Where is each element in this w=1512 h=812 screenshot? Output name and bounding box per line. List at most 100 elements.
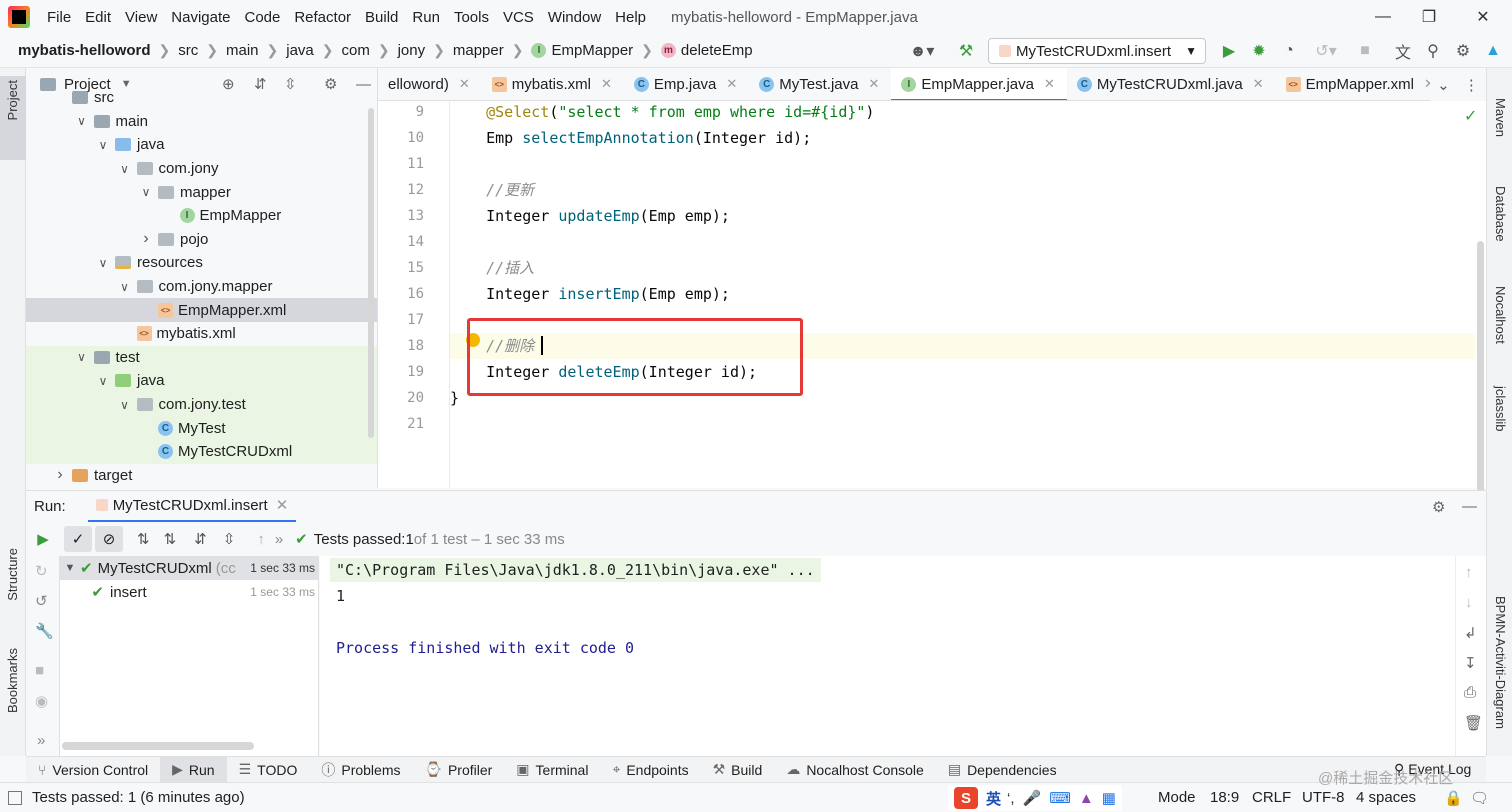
code-line[interactable] xyxy=(450,151,1475,177)
console-output[interactable]: "C:\Program Files\Java\jdk1.8.0_211\bin\… xyxy=(320,556,1455,756)
tab-elloword-[interactable]: elloword) ✕ xyxy=(378,68,482,100)
chevron-down-icon[interactable]: ∨ xyxy=(74,114,90,128)
sort-duration-icon[interactable]: ⇅ xyxy=(164,530,177,548)
breadcrumb-mapper[interactable]: mapper xyxy=(449,42,508,59)
lock-icon[interactable]: 🔒 xyxy=(1444,789,1463,807)
tab-mytestcrudxml-java[interactable]: C MyTestCRUDxml.java ✕ xyxy=(1067,68,1276,100)
camera-icon[interactable]: ◉ xyxy=(35,692,48,710)
stop-icon[interactable]: ■ xyxy=(1352,38,1378,64)
menu-code[interactable]: Code xyxy=(237,9,287,26)
breadcrumb-java[interactable]: java xyxy=(282,42,318,59)
no-problems-check-icon[interactable]: ✓ xyxy=(1464,106,1477,126)
code-line[interactable]: Emp selectEmpAnnotation(Integer id); xyxy=(450,125,1475,151)
tab-empmapper-xml[interactable]: <>EmpMapper.xml✕ xyxy=(1276,68,1447,100)
tree-item-pojo[interactable]: › pojo xyxy=(26,228,377,252)
debug-icon[interactable]: ✹ xyxy=(1246,38,1272,64)
chevron-down-icon[interactable]: ∨ xyxy=(95,374,111,388)
expand-all-icon[interactable]: ⇵ xyxy=(194,530,207,548)
soft-wrap-icon[interactable]: ↲ xyxy=(1464,624,1477,642)
show-passed-icon[interactable]: ✓ xyxy=(64,526,92,552)
test-method-row[interactable]: ✔ insert 1 sec 33 ms xyxy=(60,580,319,604)
close-tab-icon[interactable]: ✕ xyxy=(276,496,289,514)
code-line[interactable]: //更新 xyxy=(450,177,1475,203)
notifications-icon[interactable]: 🗨 xyxy=(1470,789,1489,807)
tree-item-target[interactable]: › target xyxy=(26,464,377,488)
menu-vcs[interactable]: VCS xyxy=(496,9,541,26)
close-tab-icon[interactable]: ✕ xyxy=(1044,76,1055,92)
ime-toolbar[interactable]: S 英 ‘, 🎤 ⌨ ▲ ▦ xyxy=(948,785,1122,811)
editor-scrollbar[interactable] xyxy=(1475,101,1486,547)
code-line[interactable]: //插入 xyxy=(450,255,1475,281)
run-icon[interactable]: ▶ xyxy=(1216,38,1242,64)
chevron-down-icon[interactable]: ∨ xyxy=(117,162,133,176)
breadcrumb-main[interactable]: main xyxy=(222,42,263,59)
tool-window-problems[interactable]: ⓘ Problems xyxy=(309,757,412,783)
tree-item-src[interactable]: src xyxy=(26,86,377,110)
chevron-down-icon[interactable]: ∨ xyxy=(117,280,133,294)
breadcrumb-project[interactable]: mybatis-helloword xyxy=(14,42,155,59)
wrench-icon[interactable]: 🔧 xyxy=(35,622,54,640)
close-tab-icon[interactable]: ✕ xyxy=(869,76,880,92)
print-icon[interactable]: ⎙ xyxy=(1464,684,1476,701)
toggle-auto-test-icon[interactable]: ↺ xyxy=(35,592,48,610)
tool-window-profiler[interactable]: ⌚ Profiler xyxy=(413,757,505,783)
close-tab-icon[interactable]: ✕ xyxy=(601,76,612,92)
breadcrumb-interface[interactable]: I EmpMapper xyxy=(527,42,637,59)
chevron-right-icon[interactable]: › xyxy=(52,466,68,484)
tool-window-todo[interactable]: ☰ TODO xyxy=(227,757,310,783)
menu-navigate[interactable]: Navigate xyxy=(164,9,237,26)
menu-help[interactable]: Help xyxy=(608,9,653,26)
tree-item-mapper[interactable]: ∨ mapper xyxy=(26,180,377,204)
jclasslib-stripe-label[interactable]: jclasslib xyxy=(1493,386,1508,432)
breadcrumb-src[interactable]: src xyxy=(174,42,202,59)
tree-item-com-jony-test[interactable]: ∨ com.jony.test xyxy=(26,392,377,417)
menu-file[interactable]: File xyxy=(40,9,78,26)
profile-icon[interactable]: ↺▾ xyxy=(1306,38,1346,64)
rerun-failed-icon[interactable]: ↻ xyxy=(35,562,48,580)
stop-icon[interactable]: ■ xyxy=(35,662,44,679)
run-tab[interactable]: MyTestCRUDxml.insert ✕ xyxy=(87,491,297,523)
trash-icon[interactable]: 🗑 xyxy=(1464,714,1483,732)
more-icon[interactable]: ⋮ xyxy=(1464,76,1479,94)
tool-window-terminal[interactable]: ▣ Terminal xyxy=(504,757,600,783)
menu-tools[interactable]: Tools xyxy=(447,9,496,26)
tree-item-resources[interactable]: ∨ resources xyxy=(26,251,377,275)
tool-window-dependencies[interactable]: ▤ Dependencies xyxy=(936,757,1069,783)
hide-panel-icon[interactable]: — xyxy=(1462,498,1477,515)
test-suite-row[interactable]: ▼ ✔ MyTestCRUDxml (cc 1 sec 33 ms xyxy=(60,556,319,580)
database-stripe-label[interactable]: Database xyxy=(1493,186,1508,242)
code-editor[interactable]: @Select("select * from emp where id=#{id… xyxy=(450,101,1475,488)
code-line[interactable] xyxy=(450,229,1475,255)
chevron-down-icon[interactable]: ∨ xyxy=(138,185,154,199)
menu-run[interactable]: Run xyxy=(405,9,447,26)
minimize-icon[interactable]: — xyxy=(1360,0,1406,34)
menu-view[interactable]: View xyxy=(118,9,164,26)
tab-mybatis-xml[interactable]: <> mybatis.xml ✕ xyxy=(482,68,624,100)
build-hammer-icon[interactable]: ⚒ xyxy=(953,38,979,64)
chevron-down-icon[interactable]: ∨ xyxy=(117,398,133,412)
settings-gear-icon[interactable]: ⚙ xyxy=(1432,498,1445,516)
tool-window-version-control[interactable]: ⑂ Version Control xyxy=(26,757,160,783)
arrow-up-icon[interactable]: ↑ xyxy=(257,531,265,548)
arrow-up-icon[interactable]: ↑ xyxy=(1465,564,1473,581)
tool-windows-toggle-icon[interactable] xyxy=(8,790,22,805)
chevron-down-icon[interactable]: ⌄ xyxy=(1437,76,1450,94)
sort-alpha-icon[interactable]: ⇅ xyxy=(137,530,150,548)
chevron-right-icon[interactable]: › xyxy=(138,230,154,248)
tool-window-endpoints[interactable]: ⌖ Endpoints xyxy=(600,757,700,783)
indent-setting[interactable]: 4 spaces xyxy=(1356,789,1416,806)
chevron-down-icon[interactable]: ∨ xyxy=(95,256,111,270)
close-icon[interactable]: ✕ xyxy=(1460,0,1506,34)
project-scrollbar[interactable] xyxy=(368,108,374,438)
bookmarks-stripe-label[interactable]: Bookmarks xyxy=(5,648,20,713)
tree-item-empmapper-xml[interactable]: <> EmpMapper.xml xyxy=(26,298,377,322)
tool-window-run[interactable]: ▶ Run xyxy=(160,756,227,783)
code-line[interactable]: Integer insertEmp(Emp emp); xyxy=(450,281,1475,307)
tab-mytest-java[interactable]: C MyTest.java ✕ xyxy=(749,68,891,100)
coverage-icon[interactable]: ◔ xyxy=(1276,38,1302,64)
tree-item-mybatis-xml[interactable]: <> mybatis.xml xyxy=(26,322,377,346)
line-separator[interactable]: CRLF xyxy=(1252,789,1291,806)
status-message[interactable]: Tests passed: 1 (6 minutes ago) xyxy=(32,789,245,806)
collapse-all-icon[interactable]: ⇳ xyxy=(223,530,236,548)
nocalhost-stripe-label[interactable]: Nocalhost xyxy=(1493,286,1508,344)
